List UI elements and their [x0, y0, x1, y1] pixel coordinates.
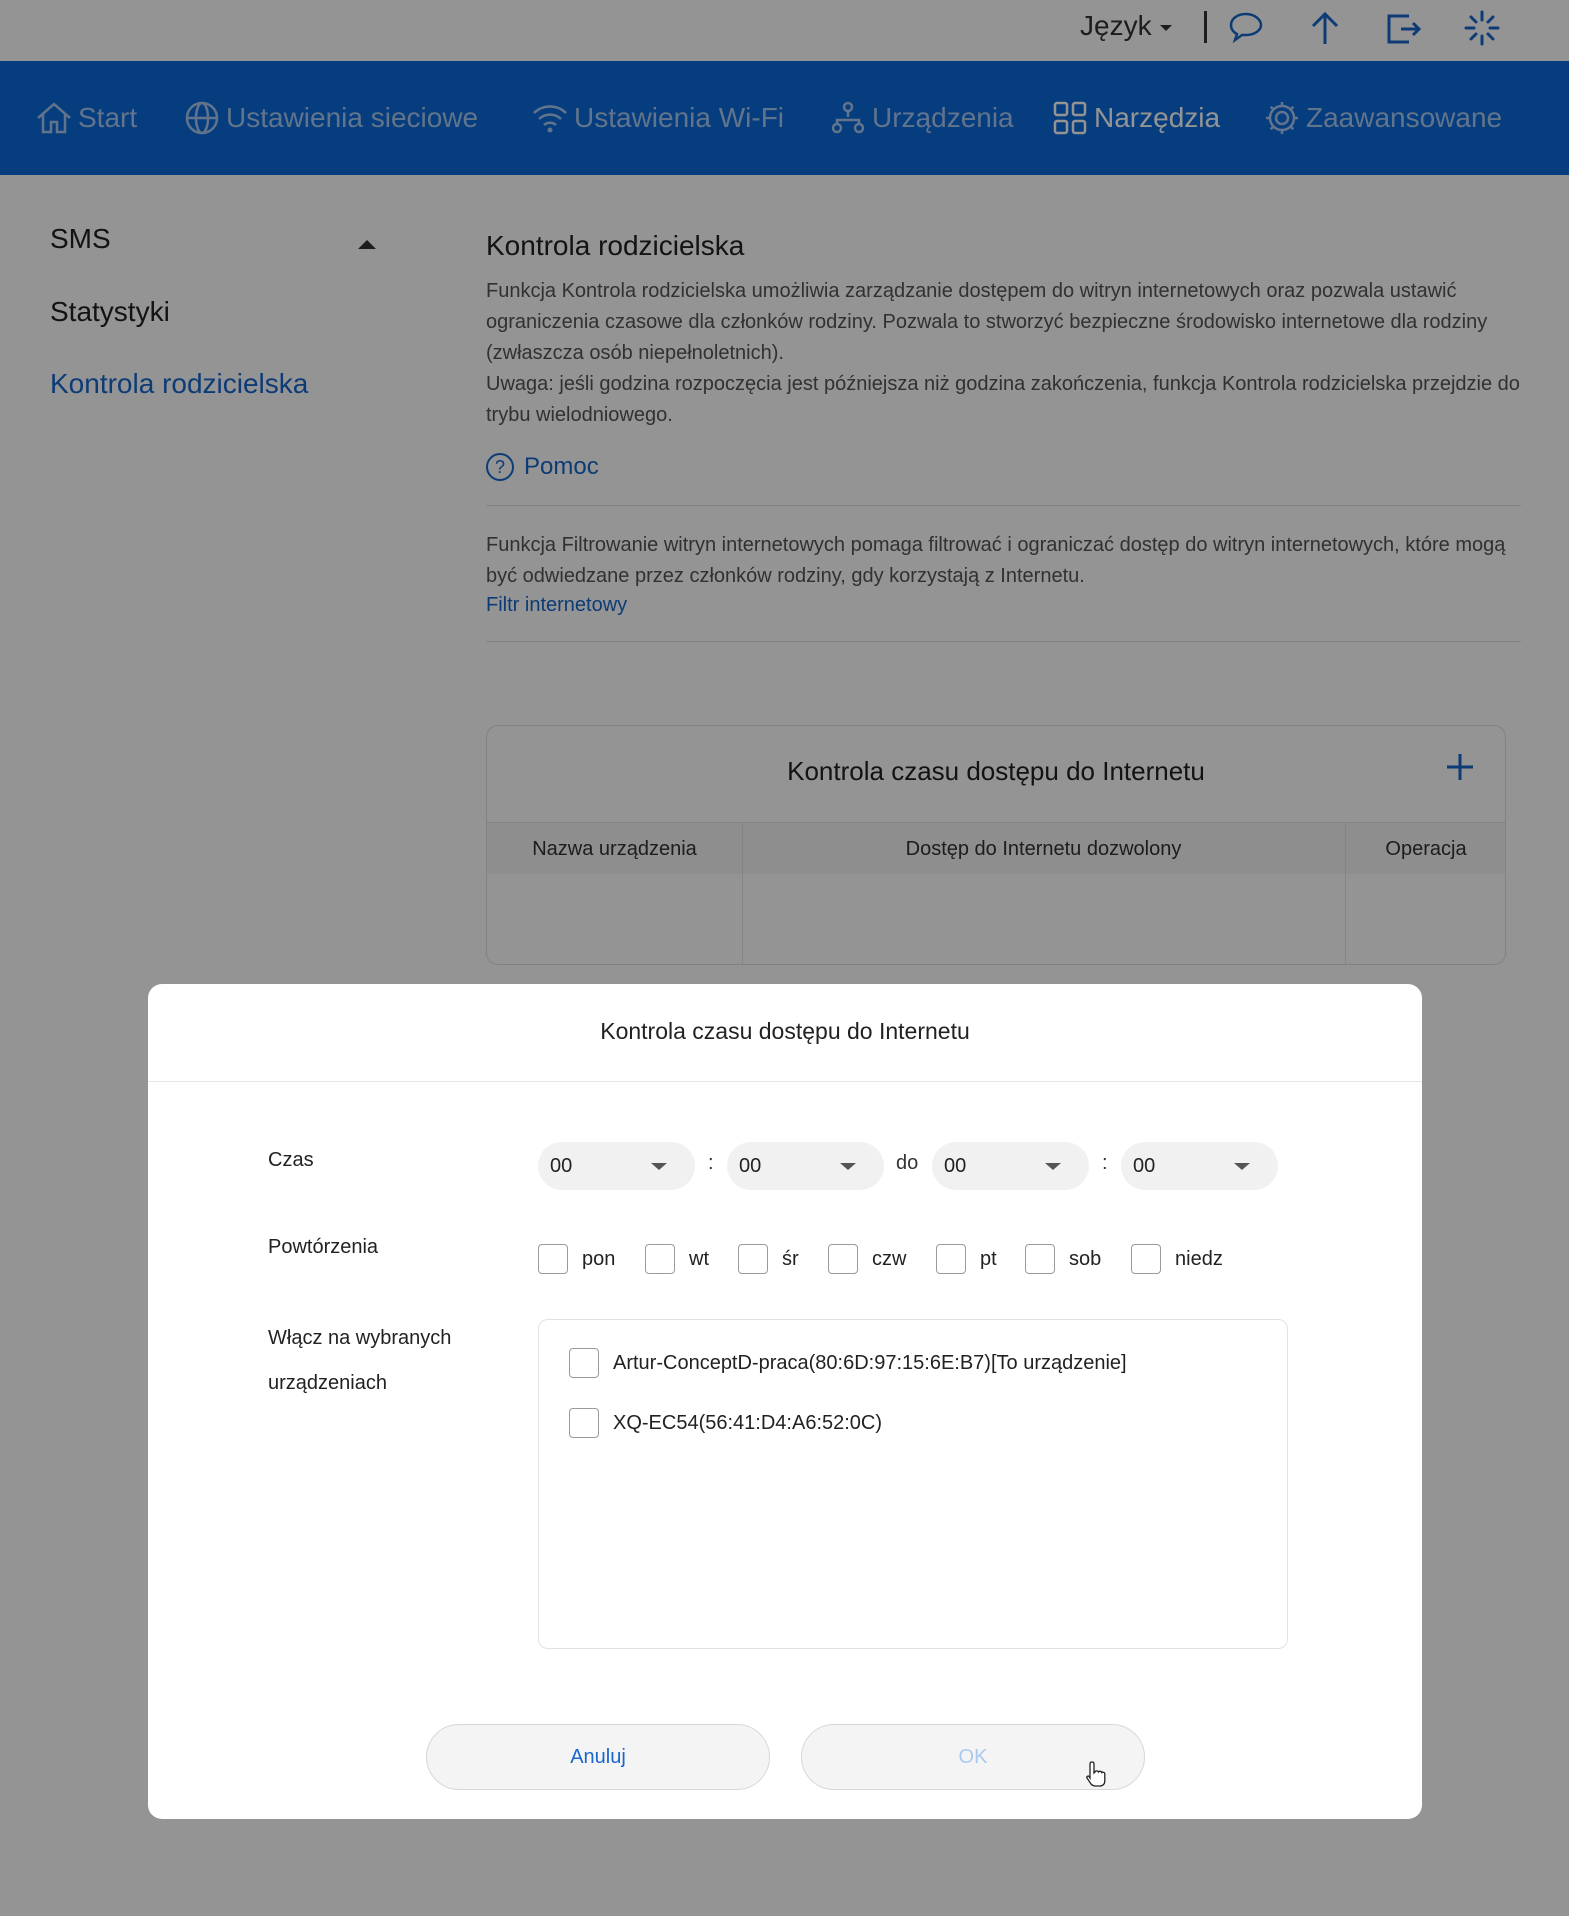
- day-checkbox-sat[interactable]: sob: [1025, 1244, 1101, 1274]
- checkbox[interactable]: [1025, 1244, 1055, 1274]
- day-checkbox-thu[interactable]: czw: [828, 1244, 906, 1274]
- day-checkbox-wed[interactable]: śr: [738, 1244, 799, 1274]
- end-minute-value: 00: [1133, 1154, 1156, 1177]
- day-checkbox-mon[interactable]: pon: [538, 1244, 615, 1274]
- start-minute-value: 00: [739, 1154, 762, 1177]
- checkbox[interactable]: [538, 1244, 568, 1274]
- start-minute-select[interactable]: 00: [727, 1142, 884, 1190]
- time-label: Czas: [268, 1149, 314, 1171]
- end-hour-select[interactable]: 00: [932, 1142, 1089, 1190]
- time-colon: :: [708, 1152, 714, 1174]
- end-hour-value: 00: [944, 1154, 967, 1177]
- chevron-down-icon: [1234, 1163, 1250, 1170]
- devices-label: Włącz na wybranych: [268, 1327, 452, 1349]
- checkbox[interactable]: [569, 1408, 599, 1438]
- chevron-down-icon: [1045, 1163, 1061, 1170]
- hand-cursor-icon: [1086, 1761, 1106, 1787]
- device-label: Artur-ConceptD-praca(80:6D:97:15:6E:B7)[…: [613, 1351, 1127, 1374]
- start-hour-select[interactable]: 00: [538, 1142, 695, 1190]
- day-label: wt: [689, 1247, 709, 1270]
- day-label: pon: [582, 1247, 616, 1270]
- day-checkbox-tue[interactable]: wt: [645, 1244, 709, 1274]
- day-label: czw: [872, 1247, 907, 1270]
- checkbox[interactable]: [828, 1244, 858, 1274]
- dialog-title: Kontrola czasu dostępu do Internetu: [600, 1018, 970, 1044]
- checkbox[interactable]: [569, 1348, 599, 1378]
- time-colon: :: [1102, 1152, 1108, 1174]
- chevron-down-icon: [840, 1163, 856, 1170]
- devices-label-line2: urządzeniach: [268, 1372, 387, 1394]
- cancel-button[interactable]: Anuluj: [426, 1724, 770, 1790]
- device-item[interactable]: XQ-EC54(56:41:D4:A6:52:0C): [569, 1408, 882, 1438]
- device-item[interactable]: Artur-ConceptD-praca(80:6D:97:15:6E:B7)[…: [569, 1348, 1127, 1378]
- repeat-label: Powtórzenia: [268, 1236, 379, 1258]
- access-time-dialog: Kontrola czasu dostępu do Internetu Czas…: [148, 984, 1422, 1819]
- end-minute-select[interactable]: 00: [1121, 1142, 1278, 1190]
- day-label: niedz: [1175, 1247, 1223, 1270]
- day-checkbox-fri[interactable]: pt: [936, 1244, 997, 1274]
- checkbox[interactable]: [936, 1244, 966, 1274]
- device-label: XQ-EC54(56:41:D4:A6:52:0C): [613, 1411, 883, 1434]
- day-label: sob: [1069, 1247, 1102, 1270]
- divider: [148, 1081, 1422, 1082]
- chevron-down-icon: [651, 1163, 667, 1170]
- time-to-label: do: [896, 1152, 919, 1174]
- day-checkbox-sun[interactable]: niedz: [1131, 1244, 1223, 1274]
- device-list: Artur-ConceptD-praca(80:6D:97:15:6E:B7)[…: [538, 1319, 1288, 1649]
- day-label: pt: [980, 1247, 997, 1270]
- checkbox[interactable]: [738, 1244, 768, 1274]
- start-hour-value: 00: [550, 1154, 573, 1177]
- checkbox[interactable]: [1131, 1244, 1161, 1274]
- checkbox[interactable]: [645, 1244, 675, 1274]
- day-label: śr: [782, 1247, 799, 1270]
